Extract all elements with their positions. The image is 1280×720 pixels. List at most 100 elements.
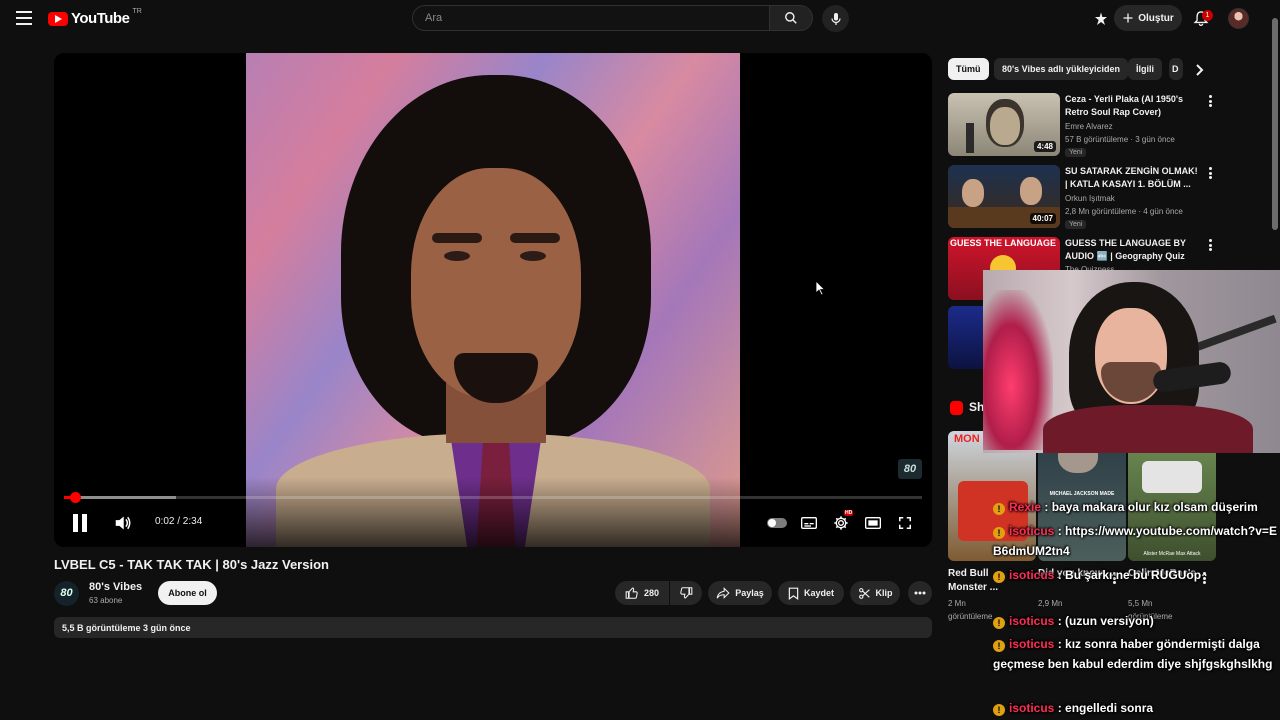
rec-title[interactable]: SU SATARAK ZENGİN OLMAK! | KATLA KASAYI … bbox=[1065, 165, 1200, 191]
more-actions-button[interactable] bbox=[908, 581, 932, 605]
theater-mode-button[interactable] bbox=[863, 514, 883, 532]
volume-button[interactable] bbox=[112, 513, 134, 533]
gear-icon bbox=[834, 516, 848, 530]
chat-message: ! isoticus : kız sonra haber göndermişti … bbox=[993, 637, 1273, 671]
voice-search-button[interactable] bbox=[822, 5, 849, 32]
create-button[interactable]: Oluştur bbox=[1114, 5, 1182, 31]
premium-sparkle-button[interactable] bbox=[1092, 10, 1110, 28]
chip-more[interactable]: D bbox=[1169, 58, 1183, 80]
rec-meta: 2,8 Mn görüntüleme · 4 gün önce bbox=[1065, 207, 1183, 216]
rec-thumbnail[interactable]: 40:07 bbox=[948, 165, 1060, 228]
pause-button[interactable] bbox=[68, 512, 92, 534]
fullscreen-button[interactable] bbox=[895, 513, 915, 533]
chat-badge-icon: ! bbox=[993, 503, 1005, 515]
channel-name[interactable]: 80's Vibes bbox=[89, 581, 142, 593]
subscribe-button[interactable]: Abone ol bbox=[158, 581, 217, 605]
like-button[interactable]: 280 bbox=[615, 581, 669, 605]
short-views-label: görüntüleme bbox=[948, 612, 993, 621]
chat-text: Bu şarkı ne bu RUGUop bbox=[1065, 568, 1202, 582]
fullscreen-icon bbox=[898, 516, 912, 530]
chat-username: Rexie bbox=[1009, 500, 1042, 514]
subscriber-count: 63 abone bbox=[89, 596, 123, 605]
share-button[interactable]: Paylaş bbox=[708, 581, 772, 605]
hd-badge: HD bbox=[844, 510, 854, 516]
short-views: 2 Mn bbox=[948, 599, 966, 608]
subtitles-icon bbox=[801, 517, 817, 529]
clip-label: Klip bbox=[875, 588, 893, 598]
search-input[interactable] bbox=[413, 6, 769, 30]
chat-badge-icon: ! bbox=[993, 527, 1005, 539]
search-box bbox=[412, 5, 770, 31]
chat-text: (uzun versiyon) bbox=[1065, 614, 1154, 628]
progress-bar[interactable] bbox=[64, 492, 922, 503]
settings-button[interactable] bbox=[831, 513, 851, 533]
video-frame bbox=[246, 53, 740, 547]
chat-badge-icon: ! bbox=[993, 640, 1005, 652]
subtitles-button[interactable] bbox=[799, 514, 819, 532]
chip-all[interactable]: Tümü bbox=[948, 58, 989, 80]
chip-from-uploader[interactable]: 80's Vibes adlı yükleyiciden bbox=[994, 58, 1129, 80]
dislike-button[interactable] bbox=[670, 581, 702, 605]
channel-avatar[interactable]: 80 bbox=[54, 581, 79, 606]
top-bar: YouTube TR Oluştur 1 bbox=[0, 0, 1280, 36]
short-views: 2,9 Mn bbox=[1038, 599, 1063, 608]
hamburger-menu-icon[interactable] bbox=[14, 9, 34, 27]
like-count: 280 bbox=[643, 588, 660, 598]
more-horizontal-icon bbox=[914, 591, 926, 595]
chevron-right-icon bbox=[1196, 64, 1204, 76]
short-views: 5,5 Mn bbox=[1128, 599, 1153, 608]
rec-more-icon[interactable] bbox=[1208, 95, 1212, 107]
volume-icon bbox=[115, 516, 131, 530]
rec-title[interactable]: Ceza - Yerli Plaka (AI 1950's Retro Soul… bbox=[1065, 93, 1200, 119]
sparkle-icon bbox=[1095, 12, 1107, 25]
chips-next-button[interactable] bbox=[1192, 62, 1208, 78]
theater-mode-icon bbox=[865, 517, 881, 529]
autoplay-toggle[interactable] bbox=[767, 518, 787, 528]
chat-message: ! isoticus : Bu şarkı ne bu RUGUop bbox=[993, 565, 1277, 585]
pause-icon bbox=[73, 514, 87, 532]
scissors-icon bbox=[858, 587, 870, 599]
scrollbar-thumb[interactable] bbox=[1272, 18, 1278, 230]
channel-watermark[interactable]: 80 bbox=[898, 459, 922, 479]
chip-related[interactable]: İlgili bbox=[1128, 58, 1162, 80]
rec-channel[interactable]: Emre Alvarez bbox=[1065, 122, 1113, 131]
rec-more-icon[interactable] bbox=[1208, 239, 1212, 251]
new-badge: Yeni bbox=[1065, 148, 1087, 157]
plus-icon bbox=[1123, 13, 1133, 23]
chat-message: ! Rexie : baya makara olur kız olsam düşe… bbox=[993, 497, 1277, 517]
clip-button[interactable]: Klip bbox=[850, 581, 900, 605]
rec-channel[interactable]: Orkun Işıtmak bbox=[1065, 194, 1115, 203]
account-avatar[interactable] bbox=[1228, 8, 1249, 29]
mouse-cursor-icon bbox=[816, 281, 826, 296]
save-button[interactable]: Kaydet bbox=[778, 581, 844, 605]
rec-title[interactable]: GUESS THE LANGUAGE BY AUDIO 🔤 | Geograph… bbox=[1065, 237, 1200, 263]
youtube-play-icon bbox=[48, 11, 68, 26]
chat-username: isoticus bbox=[1009, 524, 1055, 538]
youtube-logo[interactable]: YouTube TR bbox=[48, 8, 142, 27]
chat-message: ! isoticus : engelledi sonra bbox=[993, 698, 1277, 718]
chat-message: ! isoticus : https://www.youtube.com/watc… bbox=[993, 524, 1277, 558]
video-duration: 4:48 bbox=[1033, 141, 1056, 152]
rec-more-icon[interactable] bbox=[1208, 167, 1212, 179]
short-thumb-text: MON bbox=[954, 433, 980, 445]
new-badge: Yeni bbox=[1065, 220, 1087, 229]
rec-thumb-text: GUESS THE LANGUAGE bbox=[950, 238, 1057, 248]
shorts-icon bbox=[950, 401, 963, 415]
description-box[interactable]: 5,5 B görüntüleme 3 gün önce bbox=[54, 617, 932, 638]
chat-message: ! isoticus : (uzun versiyon) bbox=[993, 611, 1277, 631]
video-duration: 40:07 bbox=[1029, 213, 1056, 224]
video-player[interactable]: 80 0:02 / 2:34 HD bbox=[54, 53, 932, 547]
search-button[interactable] bbox=[769, 5, 813, 31]
chat-username: isoticus bbox=[1009, 568, 1055, 582]
time-display: 0:02 / 2:34 bbox=[155, 516, 203, 527]
chat-badge-icon: ! bbox=[993, 704, 1005, 716]
chat-username: isoticus bbox=[1009, 614, 1055, 628]
search-icon bbox=[785, 12, 797, 24]
bookmark-icon bbox=[788, 587, 799, 600]
chat-badge-icon: ! bbox=[993, 617, 1005, 629]
chat-text: engelledi sonra bbox=[1065, 701, 1154, 715]
chat-username: isoticus bbox=[1009, 701, 1055, 715]
rec-thumbnail[interactable]: 4:48 bbox=[948, 93, 1060, 156]
notification-count-badge: 1 bbox=[1202, 10, 1213, 21]
controls-gradient bbox=[54, 477, 932, 547]
